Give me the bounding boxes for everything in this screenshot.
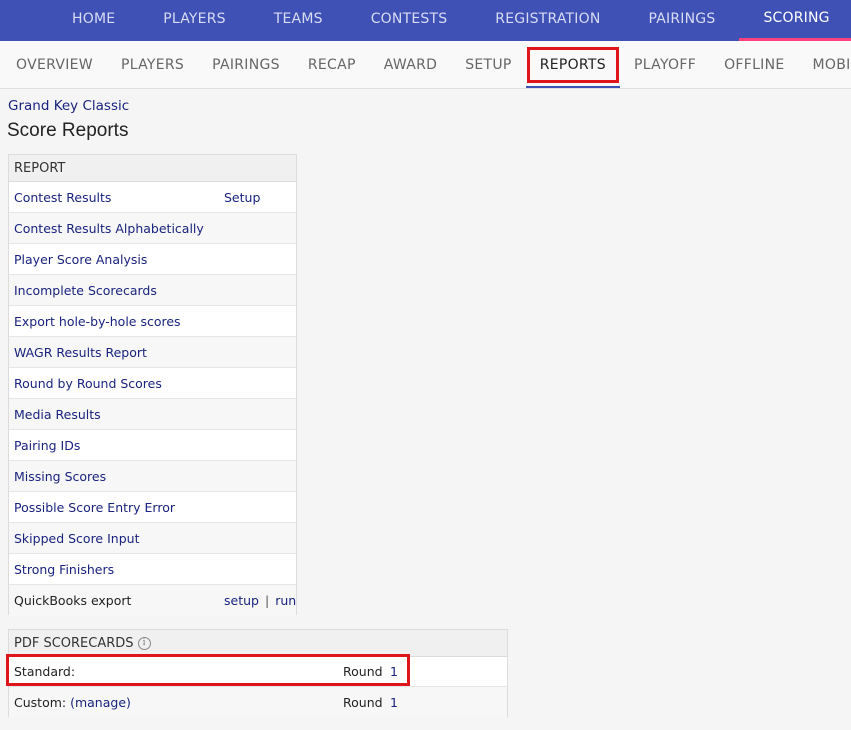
tab-mobile[interactable]: MOBILE [799,41,851,88]
pdf-standard-round-1-link[interactable]: 1 [390,664,398,679]
pdf-custom-label-group: Custom: (manage) [14,695,131,710]
topnav-pairings[interactable]: PAIRINGS [625,0,740,38]
report-media-results[interactable]: Media Results [14,407,101,422]
table-row: Contest Results Alphabetically [9,213,296,244]
report-player-score-analysis[interactable]: Player Score Analysis [14,252,147,267]
table-row: QuickBooks export setup | run [9,585,296,616]
tab-recap[interactable]: RECAP [294,41,370,88]
quickbooks-run-link[interactable]: run [275,593,296,608]
report-incomplete-scorecards[interactable]: Incomplete Scorecards [14,283,157,298]
table-row: Possible Score Entry Error [9,492,296,523]
pdf-custom-row: Custom: (manage) Round 1 [9,687,507,717]
topnav-players[interactable]: PLAYERS [139,0,249,38]
pdf-standard-round-label: Round [343,664,383,679]
table-row: Pairing IDs [9,430,296,461]
quickbooks-setup-link[interactable]: setup [224,593,259,608]
table-row: Strong Finishers [9,554,296,585]
table-row: Missing Scores [9,461,296,492]
page-title: Score Reports [7,120,129,141]
pdf-scorecards-panel: PDF SCORECARDS i Standard: Round 1 Custo… [8,629,508,717]
tab-offline[interactable]: OFFLINE [710,41,798,88]
table-row: Incomplete Scorecards [9,275,296,306]
info-icon[interactable]: i [137,636,151,650]
topnav-teams[interactable]: TEAMS [250,0,347,38]
pdf-standard-label: Standard: [14,664,76,679]
pdf-custom-manage-link[interactable]: (manage) [70,695,131,710]
tab-overview[interactable]: OVERVIEW [0,41,107,88]
report-wagr-results[interactable]: WAGR Results Report [14,345,147,360]
sub-nav: OVERVIEW PLAYERS PAIRINGS RECAP AWARD SE… [0,41,851,89]
table-row: Skipped Score Input [9,523,296,554]
tab-playoff[interactable]: PLAYOFF [620,41,710,88]
top-nav: HOME PLAYERS TEAMS CONTESTS REGISTRATION… [0,0,851,41]
pdf-scorecards-header: PDF SCORECARDS i [9,630,507,657]
tab-pairings[interactable]: PAIRINGS [198,41,294,88]
report-round-by-round[interactable]: Round by Round Scores [14,376,162,391]
report-possible-score-entry-error[interactable]: Possible Score Entry Error [14,500,175,515]
topnav-scoring[interactable]: SCORING [739,0,851,41]
topnav-registration[interactable]: REGISTRATION [471,0,624,38]
tab-setup[interactable]: SETUP [451,41,525,88]
pdf-custom-round-label: Round [343,694,383,710]
tab-players[interactable]: PLAYERS [107,41,198,88]
pdf-scorecards-title: PDF SCORECARDS [14,635,134,651]
table-row: Player Score Analysis [9,244,296,275]
report-table: REPORT Contest Results Setup Contest Res… [8,154,297,616]
table-row: Contest Results Setup [9,182,296,213]
quickbooks-actions: setup | run [224,593,296,608]
report-table-header: REPORT [9,155,296,182]
table-row: Round by Round Scores [9,368,296,399]
pdf-standard-row: Standard: Round 1 [9,657,507,687]
table-row: WAGR Results Report [9,337,296,368]
table-row: Export hole-by-hole scores [9,306,296,337]
report-contest-results[interactable]: Contest Results [14,190,111,205]
report-missing-scores[interactable]: Missing Scores [14,469,106,484]
tab-reports-label: REPORTS [526,46,619,83]
breadcrumb[interactable]: Grand Key Classic [8,98,129,114]
report-strong-finishers[interactable]: Strong Finishers [14,562,114,577]
report-contest-results-setup[interactable]: Setup [224,190,260,205]
report-export-hole-by-hole[interactable]: Export hole-by-hole scores [14,314,181,329]
quickbooks-separator: | [264,593,270,608]
report-contest-results-alpha[interactable]: Contest Results Alphabetically [14,221,204,236]
quickbooks-export-label: QuickBooks export [14,593,132,608]
tab-award[interactable]: AWARD [370,41,451,88]
report-skipped-score-input[interactable]: Skipped Score Input [14,531,139,546]
topnav-home[interactable]: HOME [0,0,139,38]
table-row: Media Results [9,399,296,430]
tab-reports[interactable]: REPORTS [525,41,621,88]
pdf-custom-round-1-link[interactable]: 1 [390,695,398,710]
report-pairing-ids[interactable]: Pairing IDs [14,438,80,453]
pdf-custom-label: Custom: [14,694,67,710]
topnav-contests[interactable]: CONTESTS [347,0,472,38]
